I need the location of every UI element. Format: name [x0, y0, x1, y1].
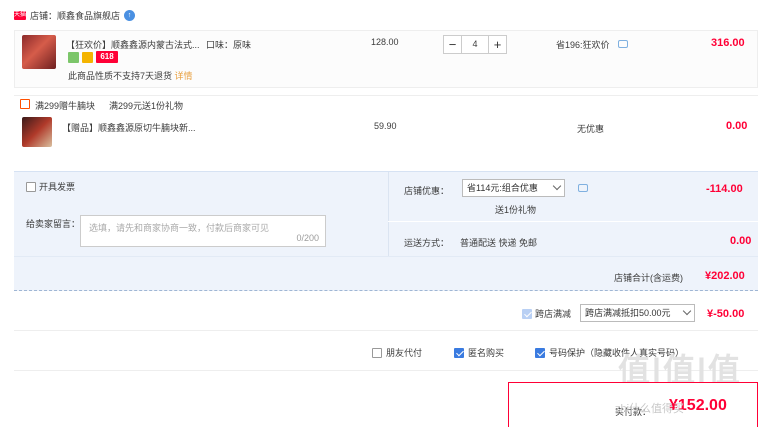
cross-store-checkbox[interactable] [522, 308, 532, 319]
unit-price: 128.00 [371, 37, 399, 47]
divider [388, 221, 758, 222]
gift-thumbnail[interactable] [22, 117, 52, 147]
cross-store-value: 跨店满减抵扣50.00元 [585, 308, 671, 318]
gift-rule-1: 满299赠牛腩块 [35, 101, 96, 111]
store-total-label: 店铺合计(含运费) [614, 273, 683, 283]
promo-info-icon[interactable] [578, 184, 588, 192]
store-name-link[interactable]: 店铺：顺鑫食品旗舰店 [30, 9, 120, 22]
shipping-value: 普通配送 快递 免邮 [460, 238, 538, 248]
friend-pay-checkbox[interactable] [372, 347, 382, 358]
card-icon [82, 51, 93, 63]
cross-store-amount: ¥-50.00 [707, 308, 745, 320]
gift-title-link[interactable]: 【赠品】顺鑫鑫源原切牛腩块新... [62, 121, 196, 134]
service-icon-green [68, 51, 79, 63]
store-promo-label: 店铺优惠： [404, 186, 450, 196]
quantity-minus-button[interactable]: − [443, 35, 462, 54]
message-label: 给卖家留言： [26, 219, 81, 229]
invoice-option[interactable]: 开具发票 [26, 180, 75, 193]
shipping-label: 运送方式： [404, 238, 450, 248]
item-total: 316.00 [711, 37, 745, 49]
product-attr: 口味：原味 [206, 40, 252, 50]
return-notice: 此商品性质不支持7天退货 详情 [68, 69, 193, 82]
return-detail-link[interactable]: 详情 [175, 71, 193, 81]
item-discount: 省196:狂欢价 [556, 40, 610, 50]
store-promo-amount: -114.00 [706, 183, 743, 195]
wangwang-chat-icon[interactable]: ↑ [124, 10, 136, 21]
invoice-checkbox[interactable] [26, 181, 36, 192]
friend-pay-option[interactable]: 朋友代付 [372, 346, 422, 359]
friend-pay-label: 朋友代付 [386, 348, 423, 358]
store-header: 天猫 店铺：顺鑫食品旗舰店 ↑ [14, 9, 136, 22]
shipping-amount: 0.00 [730, 235, 752, 247]
tmall-icon: 天猫 [14, 11, 27, 20]
anonymous-label: 匿名购买 [468, 348, 505, 358]
anonymous-option[interactable]: 匿名购买 [454, 346, 504, 359]
invoice-label: 开具发票 [39, 182, 76, 192]
chevron-down-icon [552, 181, 562, 191]
anonymous-checkbox[interactable] [454, 347, 464, 358]
watermark-text: zhi什么值得买 [615, 403, 685, 415]
quantity-plus-button[interactable]: + [488, 35, 507, 54]
divider [14, 95, 758, 96]
divider [14, 256, 758, 257]
message-placeholder: 选填，请先和商家协商一致，付款后商家可见 [89, 223, 270, 233]
gift-price: 59.90 [374, 121, 397, 131]
privacy-checkbox[interactable] [535, 347, 545, 358]
gift-rule-2: 满299元送1份礼物 [109, 101, 184, 111]
cross-store-label: 跨店满减 [535, 309, 572, 319]
quantity-stepper: − 4 + [443, 35, 507, 54]
message-counter: 0/200 [296, 233, 319, 243]
service-tags: 618 [68, 51, 118, 63]
cross-store-select[interactable]: 跨店满减抵扣50.00元 [580, 304, 695, 322]
discount-info-icon[interactable] [618, 40, 628, 48]
store-promo-gift: 送1份礼物 [495, 205, 537, 215]
store-total-amount: ¥202.00 [705, 270, 745, 282]
gift-icon [20, 99, 30, 109]
gift-discount: 无优惠 [577, 124, 605, 134]
cross-store-option[interactable]: 跨店满减 [522, 307, 571, 320]
product-thumbnail[interactable] [22, 35, 56, 69]
gift-total: 0.00 [726, 120, 748, 132]
return-notice-text: 此商品性质不支持7天退货 [68, 71, 173, 81]
store-promo-select[interactable]: 省114元:组合优惠 [462, 179, 565, 197]
seller-message-input[interactable]: 选填，请先和商家协商一致，付款后商家可见 0/200 [80, 215, 326, 247]
store-promo-value: 省114元:组合优惠 [467, 183, 538, 193]
quantity-input[interactable]: 4 [462, 35, 488, 54]
divider [14, 330, 758, 331]
product-title-link[interactable]: 【狂欢价】顺鑫鑫源内蒙古法式... [66, 38, 200, 51]
chevron-down-icon [682, 306, 692, 316]
promo-618-badge: 618 [96, 51, 118, 63]
